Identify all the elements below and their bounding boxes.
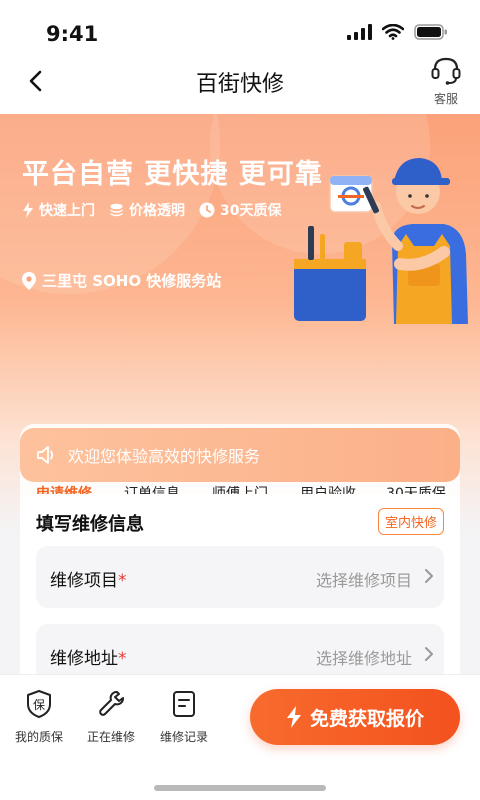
repairman-illustration: [294, 158, 468, 324]
customer-service-button[interactable]: 客服: [426, 56, 466, 107]
feature-label: 30天质保: [220, 203, 282, 219]
status-icons: [347, 24, 448, 40]
tab-in-repair[interactable]: 正在维修: [76, 689, 146, 745]
home-indicator[interactable]: [154, 785, 326, 791]
warranty-icon-glyph: 保: [33, 698, 45, 712]
clock-icon: [199, 202, 215, 218]
signal-icon: [347, 24, 372, 40]
field-label-text: 维修项目: [50, 571, 118, 591]
repair-form-card: 填写维修信息 室内快修 维修项目* 选择维修项目 维修地址* 选择维修地址: [20, 494, 460, 694]
feature-label: 快速上门: [39, 203, 95, 219]
lightning-icon: [286, 706, 301, 728]
coins-icon: [110, 203, 123, 216]
location-label: 三里屯 SOHO 快修服务站: [42, 272, 222, 290]
nav-bar: 百街快修 客服: [0, 56, 480, 114]
cta-label: 免费获取报价: [309, 707, 424, 730]
form-title: 填写维修信息: [36, 514, 144, 535]
warranty-shield-icon: 保: [27, 690, 51, 718]
field-label-text: 维修地址: [50, 649, 118, 669]
tab-label: 维修记录: [159, 730, 208, 744]
feature-fast: 快速上门: [22, 200, 95, 220]
required-mark: *: [118, 571, 127, 591]
hero-title: 平台自营 更快捷 更可靠: [22, 159, 323, 190]
feature-price: 价格透明: [109, 200, 185, 220]
tab-repair-records[interactable]: 维修记录: [149, 689, 219, 745]
required-mark: *: [118, 649, 127, 669]
feature-warranty: 30天质保: [199, 200, 281, 220]
notice-banner[interactable]: 欢迎您体验高效的快修服务: [20, 428, 460, 482]
field-label: 维修地址*: [50, 644, 127, 669]
tab-my-warranty[interactable]: 保 我的质保: [4, 689, 74, 745]
chevron-right-icon: [425, 647, 433, 661]
status-bar: 9:41: [0, 0, 480, 56]
field-placeholder: 选择维修地址: [315, 649, 412, 668]
service-type-tag[interactable]: 室内快修: [377, 508, 444, 535]
headset-icon: [431, 57, 461, 85]
battery-icon: [414, 24, 447, 40]
wrench-icon: [99, 691, 124, 716]
customer-service-label: 客服: [433, 92, 458, 106]
get-free-quote-button[interactable]: 免费获取报价: [250, 689, 460, 745]
tab-label: 正在维修: [86, 730, 135, 744]
location-pin-icon: [22, 271, 36, 290]
tab-label: 我的质保: [14, 730, 63, 744]
bottom-action-bar: 保 我的质保 正在维修 维修记录 免费获取报价: [0, 674, 480, 800]
status-time: 9:41: [46, 22, 99, 46]
location-selector[interactable]: 三里屯 SOHO 快修服务站: [22, 270, 221, 291]
page-title: 百街快修: [195, 72, 284, 97]
chevron-right-icon: [425, 569, 433, 583]
document-list-icon: [173, 691, 195, 717]
notice-text: 欢迎您体验高效的快修服务: [68, 447, 261, 466]
hero-features: 快速上门 价格透明 30天质保: [22, 200, 281, 220]
field-placeholder: 选择维修项目: [315, 571, 412, 590]
lightning-icon: [23, 202, 33, 218]
speaker-icon: [37, 446, 54, 464]
field-label: 维修项目*: [50, 566, 127, 591]
wifi-icon: [382, 24, 404, 40]
feature-label: 价格透明: [129, 203, 185, 219]
repair-item-field[interactable]: 维修项目* 选择维修项目: [36, 546, 444, 608]
